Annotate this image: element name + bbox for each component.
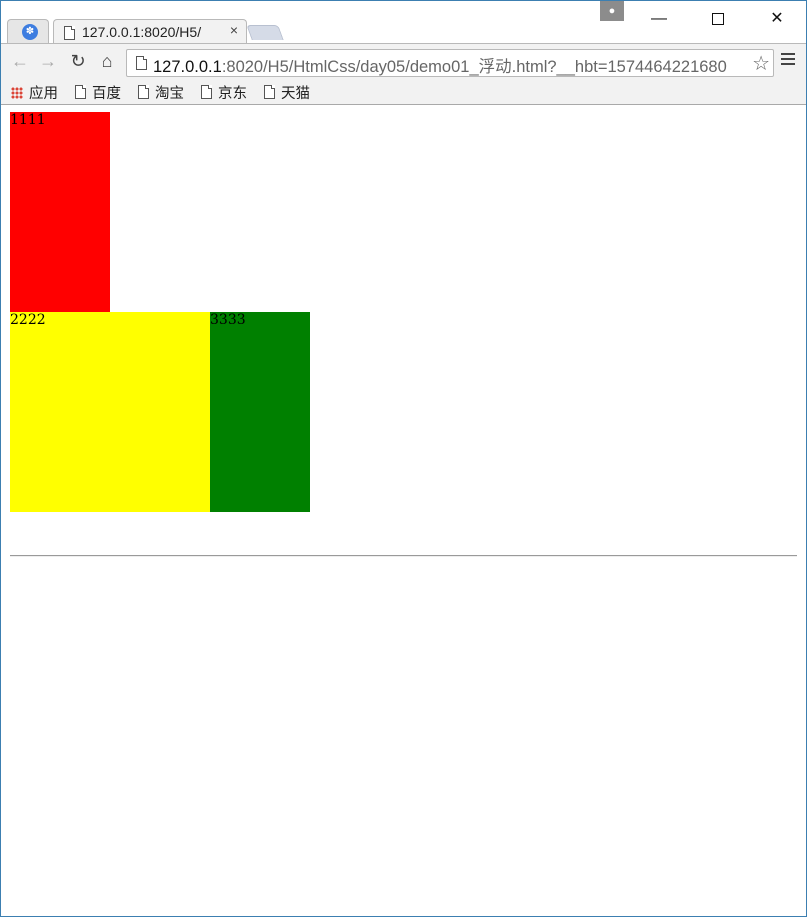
baidu-paw-icon: ✽ bbox=[22, 24, 38, 40]
page-info-icon[interactable] bbox=[136, 56, 147, 70]
browser-window: ✽ 127.0.0.1:8020/H5/ × ● — ✕ ← → ↻ ⌂ 127… bbox=[0, 0, 807, 917]
page-content: 1111 2222 3333 bbox=[1, 105, 806, 916]
forward-icon[interactable]: → bbox=[37, 51, 59, 72]
back-icon[interactable]: ← bbox=[9, 51, 31, 72]
new-tab-button[interactable] bbox=[246, 25, 284, 40]
page-icon bbox=[138, 85, 149, 99]
menu-icon[interactable] bbox=[781, 53, 795, 68]
bookmarks-bar: 应用 百度 淘宝 京东 天猫 bbox=[1, 79, 806, 105]
horizontal-rule bbox=[10, 555, 797, 557]
bookmark-label: 淘宝 bbox=[155, 86, 184, 102]
tab-active[interactable]: 127.0.0.1:8020/H5/ × bbox=[53, 19, 247, 45]
bookmark-baidu[interactable]: 百度 bbox=[75, 82, 121, 103]
bookmark-label: 天猫 bbox=[281, 86, 310, 102]
bookmark-label: 京东 bbox=[218, 86, 247, 102]
bookmark-tmall[interactable]: 天猫 bbox=[264, 82, 310, 103]
tab-baidu[interactable]: ✽ bbox=[7, 19, 49, 45]
apps-icon bbox=[11, 87, 23, 99]
bookmark-star-icon[interactable]: ☆ bbox=[752, 51, 770, 76]
url-host: 127.0.0.1 bbox=[153, 58, 222, 76]
bookmark-jd[interactable]: 京东 bbox=[201, 82, 247, 103]
page-icon bbox=[201, 85, 212, 99]
bookmark-label: 应用 bbox=[29, 86, 58, 102]
minimize-button[interactable]: — bbox=[639, 7, 679, 31]
tab-title: 127.0.0.1:8020/H5/ bbox=[82, 24, 202, 40]
page-icon bbox=[75, 85, 86, 99]
url-text[interactable]: 127.0.0.1:8020/H5/HtmlCss/day05/demo01_浮… bbox=[153, 53, 743, 77]
bookmark-taobao[interactable]: 淘宝 bbox=[138, 82, 184, 103]
yellow-box: 2222 bbox=[10, 312, 210, 512]
url-path: :8020/H5/HtmlCss/day05/demo01_浮动.html?__… bbox=[221, 58, 727, 76]
address-bar[interactable]: 127.0.0.1:8020/H5/HtmlCss/day05/demo01_浮… bbox=[126, 49, 774, 77]
maximize-button[interactable] bbox=[698, 7, 738, 31]
home-icon[interactable]: ⌂ bbox=[96, 51, 118, 72]
title-bar: ✽ 127.0.0.1:8020/H5/ × ● — ✕ bbox=[1, 1, 806, 45]
page-icon bbox=[264, 85, 275, 99]
profile-icon[interactable]: ● bbox=[600, 1, 624, 21]
page-icon bbox=[64, 26, 75, 40]
red-box: 1111 bbox=[10, 112, 110, 312]
reload-icon[interactable]: ↻ bbox=[67, 51, 89, 72]
bookmark-apps[interactable]: 应用 bbox=[11, 82, 58, 103]
toolbar: ← → ↻ ⌂ 127.0.0.1:8020/H5/HtmlCss/day05/… bbox=[1, 43, 806, 80]
green-box: 3333 bbox=[210, 312, 310, 512]
tab-close-button[interactable]: × bbox=[230, 22, 238, 38]
bookmark-label: 百度 bbox=[92, 86, 121, 102]
close-window-button[interactable]: ✕ bbox=[757, 7, 797, 31]
